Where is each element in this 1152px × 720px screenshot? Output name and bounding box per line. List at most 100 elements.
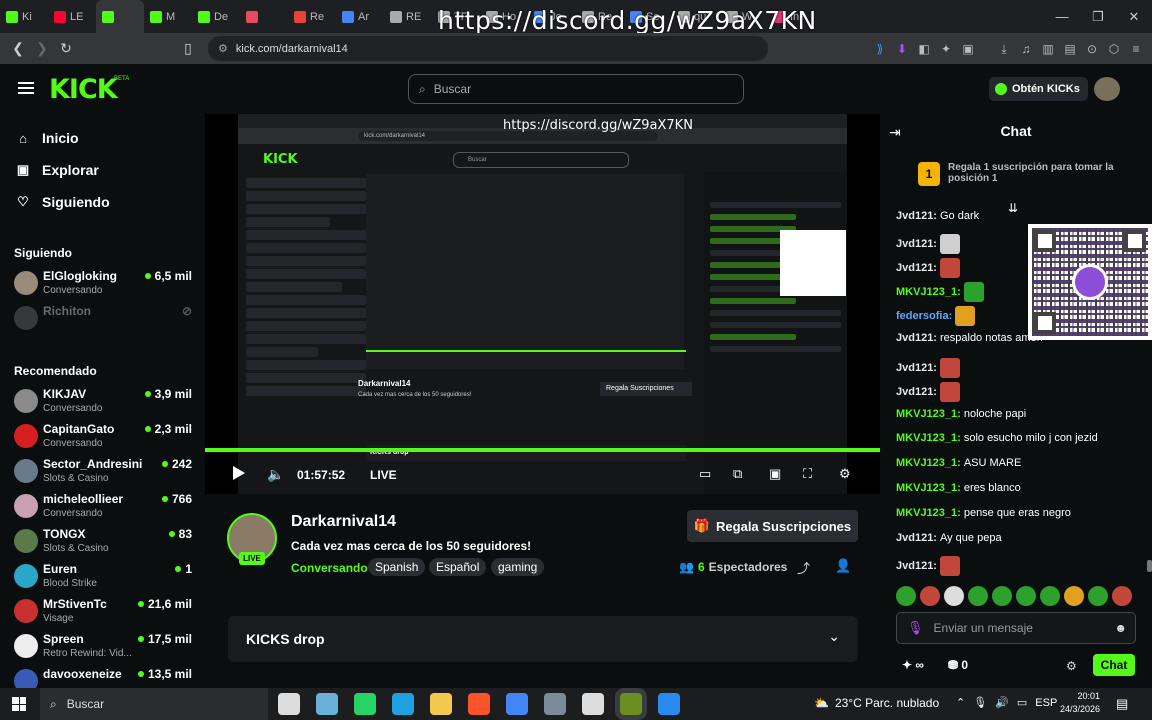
camera-icon[interactable]: ▭ <box>1017 696 1027 709</box>
sidebar-item-explorar[interactable]: ▣ Explorar <box>16 162 99 178</box>
downloads-icon[interactable]: ⤓ <box>996 41 1012 57</box>
tag-gaming[interactable]: gaming <box>491 558 545 576</box>
hamburger-menu-icon[interactable] <box>18 82 34 94</box>
chat-username[interactable]: federsofia: <box>896 310 952 322</box>
speaker-icon[interactable]: 🔊 <box>995 696 1009 709</box>
search-input[interactable]: ⌕ Buscar <box>408 74 744 104</box>
theater-mode-icon[interactable]: ▭ <box>699 466 711 482</box>
tag-espanol[interactable]: Español <box>429 558 487 576</box>
chevron-up-icon[interactable]: ⌃ <box>956 696 965 709</box>
emote-icon[interactable] <box>1112 586 1132 606</box>
forward-icon[interactable]: ❯ <box>30 40 54 57</box>
extension-icon[interactable]: ◧ <box>916 41 932 57</box>
emote-icon[interactable] <box>944 586 964 606</box>
gift-subscriptions-button[interactable]: 🎁 Regala Suscripciones <box>687 510 858 542</box>
bookmark-icon[interactable]: ▯ <box>176 40 200 57</box>
brave-icon[interactable] <box>468 693 490 715</box>
emoji-icon[interactable]: ☻ <box>1114 621 1127 635</box>
get-kicks-button[interactable]: Obtén KICKs <box>989 77 1088 101</box>
emote-icon[interactable] <box>1016 586 1036 606</box>
whatsapp-icon[interactable] <box>354 693 376 715</box>
clip-icon[interactable]: ⧉ <box>733 466 742 482</box>
channel-item[interactable]: Richiton ⊘ <box>14 303 192 335</box>
channel-item[interactable]: MrStivenTc Visage 21,6 mil <box>14 596 192 628</box>
chat-username[interactable]: MKVJ123_1: <box>896 432 961 444</box>
calculator-icon[interactable] <box>544 693 566 715</box>
emote-icon[interactable] <box>1088 586 1108 606</box>
channel-item[interactable]: TONGX Slots & Casino 83 <box>14 526 192 558</box>
settings-gear-icon[interactable]: ⚙ <box>839 466 851 482</box>
tag-spanish[interactable]: Spanish <box>368 558 426 576</box>
pinned-message-icon[interactable]: ⇊ <box>1008 201 1018 215</box>
share-icon[interactable]: ⤴ <box>797 558 810 577</box>
weather-widget[interactable]: ⛅ 23°C Parc. nublado <box>814 696 939 710</box>
sub-leaderboard-promo[interactable]: 1 Regala 1 suscripción para tomar la pos… <box>918 162 1128 186</box>
browser-tab[interactable] <box>96 0 144 33</box>
explorer-icon[interactable] <box>430 693 452 715</box>
chat-username[interactable]: Jvd121: <box>896 386 937 398</box>
wallet-icon[interactable]: ▤ <box>1062 41 1078 57</box>
play-icon[interactable] <box>233 466 245 480</box>
mic-icon[interactable]: 🎙 <box>973 696 987 709</box>
chat-username[interactable]: MKVJ123_1: <box>896 507 961 519</box>
xbox-icon[interactable] <box>582 693 604 715</box>
user-avatar[interactable] <box>1094 77 1120 101</box>
microphone-icon[interactable]: 🎙 <box>907 620 924 636</box>
taskbar-search[interactable]: ⌕ Buscar <box>40 688 268 720</box>
emote-icon[interactable] <box>1064 586 1084 606</box>
emote-icon[interactable] <box>920 586 940 606</box>
infinity-points[interactable]: ✦ ∞ <box>902 658 924 672</box>
puzzle-icon[interactable]: ✦ <box>938 41 954 57</box>
screenshot-icon[interactable]: ▣ <box>960 41 976 57</box>
emote-icon[interactable] <box>968 586 988 606</box>
emote-icon[interactable] <box>896 586 916 606</box>
notes-icon[interactable] <box>316 693 338 715</box>
chat-username[interactable]: MKVJ123_1: <box>896 286 961 298</box>
channel-item[interactable]: ElGlogloking Conversando 6,5 mil <box>14 268 192 300</box>
browser-tab[interactable]: De <box>192 0 240 33</box>
chat-username[interactable]: Jvd121: <box>896 210 937 222</box>
chat-username[interactable]: Jvd121: <box>896 362 937 374</box>
chat-username[interactable]: MKVJ123_1: <box>896 457 961 469</box>
chat-username[interactable]: MKVJ123_1: <box>896 482 961 494</box>
chrome-icon[interactable] <box>506 693 528 715</box>
channel-item[interactable]: Sector_Andresini Slots & Casino 242 <box>14 456 192 488</box>
emote-icon[interactable] <box>992 586 1012 606</box>
chevron-down-icon[interactable]: ⌄ <box>828 628 840 645</box>
channel-item[interactable]: Euren Blood Strike 1 <box>14 561 192 593</box>
brave-shield-icon[interactable]: ⬡ <box>1106 41 1122 57</box>
channel-item[interactable]: Spreen Retro Rewind: Vid... 17,5 mil <box>14 631 192 663</box>
close-icon[interactable]: ✕ <box>1116 0 1152 33</box>
chat-message-input[interactable]: 🎙 Enviar un mensaje ☻ <box>896 612 1136 644</box>
emote-icon[interactable] <box>1040 586 1060 606</box>
help-icon[interactable] <box>658 693 680 715</box>
sidebar-item-inicio[interactable]: ⌂ Inicio <box>16 130 79 146</box>
chat-settings-icon[interactable]: ⚙ <box>1066 659 1077 673</box>
browser-tab[interactable]: LE <box>48 0 96 33</box>
page-scrollbar[interactable] <box>1147 560 1152 572</box>
channel-item[interactable]: davooxeneize 13,5 mil <box>14 666 192 688</box>
music-icon[interactable]: ♫ <box>1018 41 1034 57</box>
kick-logo[interactable]: KICK <box>49 74 118 105</box>
browser-tab[interactable]: Ar <box>336 0 384 33</box>
mini-player-icon[interactable]: ▣ <box>769 466 781 482</box>
notifications-icon[interactable]: ▤ <box>1116 696 1128 712</box>
windows-start-icon[interactable] <box>12 697 26 711</box>
video-player[interactable]: kick.com/darkarnival14 https://discord.g… <box>205 114 880 494</box>
fullscreen-icon[interactable]: ⛶ <box>803 466 812 482</box>
browser-tab[interactable]: Ki <box>0 0 48 33</box>
follow-icon[interactable]: 👤 <box>835 558 851 574</box>
edge-icon[interactable] <box>392 693 414 715</box>
chat-send-button[interactable]: Chat <box>1093 654 1135 676</box>
volume-icon[interactable]: 🔈 <box>267 466 284 483</box>
minecraft-icon[interactable] <box>620 693 642 715</box>
stream-category[interactable]: Conversando <box>291 561 368 575</box>
chat-username[interactable]: Jvd121: <box>896 532 937 544</box>
task-view-icon[interactable] <box>278 693 300 715</box>
channel-item[interactable]: CapitanGato Conversando 2,3 mil <box>14 421 192 453</box>
kicks-balance[interactable]: ⛃ 0 <box>948 658 968 672</box>
chat-username[interactable]: Jvd121: <box>896 262 937 274</box>
chat-username[interactable]: MKVJ123_1: <box>896 408 961 420</box>
sidebar-icon[interactable]: ▥ <box>1040 41 1056 57</box>
browser-tab[interactable]: M <box>144 0 192 33</box>
